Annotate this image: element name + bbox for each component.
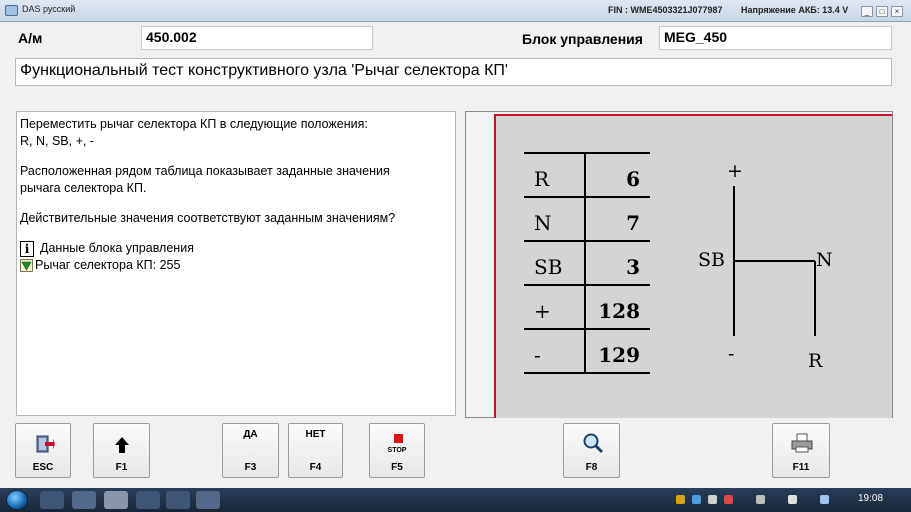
taskbar-das-icon[interactable] [104, 491, 128, 509]
app-icon [5, 5, 18, 16]
table-position-sb: SB [534, 255, 562, 279]
gate-n-label: N [816, 249, 833, 271]
table-value-sb: 3 [626, 255, 640, 279]
ecu-data-label: Данные блока управления [40, 241, 194, 255]
esc-button[interactable]: ESC [15, 423, 71, 478]
selector-diagram: R 6 N 7 SB 3 + 128 - 129 + SB N - R [524, 152, 833, 374]
tray-icon[interactable] [788, 495, 797, 504]
f8-key-label: F8 [585, 462, 598, 473]
minimize-button[interactable]: _ [861, 6, 873, 17]
f3-key-label: F3 [244, 462, 257, 473]
taskbar-window-icon[interactable] [196, 491, 220, 509]
book-exit-icon [36, 435, 55, 453]
selector-value-row[interactable]: Рычаг селектора КП: 255 [20, 257, 452, 274]
table-value-r: 6 [626, 167, 640, 191]
ecu-data-row[interactable]: i Данные блока управления [20, 240, 452, 257]
printer-icon [791, 433, 813, 453]
selector-value-label: Рычаг селектора КП: 255 [35, 258, 181, 272]
f8-button[interactable]: F8 [563, 423, 620, 478]
taskbar-clock[interactable]: 19:08 [858, 493, 883, 504]
instructions-panel: Переместить рычаг селектора КП в следующ… [16, 111, 456, 416]
instruction-line: Расположенная рядом таблица показывает з… [20, 164, 390, 178]
f1-key-label: F1 [115, 462, 128, 473]
stop-icon [394, 434, 403, 443]
table-position-minus: - [534, 343, 541, 367]
yes-button[interactable]: ДА F3 [222, 423, 279, 478]
instruction-line: рычага селектора КП. [20, 181, 147, 195]
gate-minus-label: - [728, 343, 734, 365]
f11-key-label: F11 [792, 462, 810, 473]
table-position-r: R [534, 167, 550, 191]
info-icon: i [20, 240, 34, 257]
shift-gate [733, 186, 816, 336]
tray-icon[interactable] [692, 495, 701, 504]
f5-key-label: F5 [391, 462, 403, 473]
taskbar-app-icon[interactable] [136, 491, 160, 509]
close-button[interactable]: × [891, 6, 903, 17]
ecu-field: MEG_450 [659, 26, 892, 50]
vehicle-label: А/м [18, 30, 43, 46]
app-title: DAS русский [22, 4, 76, 14]
f4-key-label: F4 [309, 462, 322, 473]
instruction-line: Переместить рычаг селектора КП в следующ… [20, 117, 368, 131]
start-button[interactable] [6, 490, 28, 510]
esc-key-label: ESC [32, 462, 54, 473]
table-position-plus: + [534, 299, 551, 323]
yes-label: ДА [243, 429, 258, 440]
f1-button[interactable]: F1 [93, 423, 150, 478]
test-title: Функциональный тест конструктивного узла… [15, 58, 892, 86]
taskbar-firefox-icon[interactable] [166, 491, 190, 509]
tray-icon[interactable] [708, 495, 717, 504]
ok-status-icon [20, 259, 33, 273]
stop-button[interactable]: STOP F5 [369, 423, 425, 478]
no-label: НЕТ [305, 429, 326, 440]
taskbar-ie-icon[interactable] [40, 491, 64, 509]
question-text: Действительные значения соответствуют за… [20, 211, 396, 225]
up-arrow-icon [115, 437, 129, 453]
no-button[interactable]: НЕТ F4 [288, 423, 343, 478]
ecu-label: Блок управления [522, 31, 643, 47]
gate-r-label: R [808, 350, 823, 372]
magnifier-icon [583, 433, 604, 454]
battery-voltage-label: Напряжение АКБ: 13.4 V [741, 5, 849, 15]
gate-plus-label: + [727, 160, 743, 182]
tray-icon[interactable] [676, 495, 685, 504]
table-value-plus: 128 [598, 299, 640, 323]
print-button[interactable]: F11 [772, 423, 830, 478]
gate-sb-label: SB [698, 249, 725, 271]
tray-icon[interactable] [724, 495, 733, 504]
tray-icon[interactable] [756, 495, 765, 504]
tray-icon[interactable] [820, 495, 829, 504]
maximize-button[interactable]: □ [876, 6, 888, 17]
fin-label: FIN : WME4503321J077987 [608, 5, 723, 15]
vehicle-field: 450.002 [141, 26, 373, 50]
table-position-n: N [534, 211, 552, 235]
table-value-n: 7 [626, 211, 640, 235]
table-value-minus: 129 [598, 343, 640, 367]
stop-label: STOP [387, 447, 407, 454]
taskbar-explorer-icon[interactable] [72, 491, 96, 509]
positions-list: R, N, SB, +, - [20, 134, 94, 148]
